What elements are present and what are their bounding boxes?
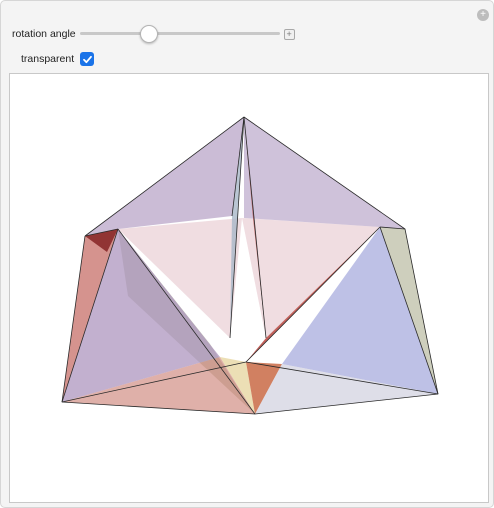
rotation-angle-label: rotation angle (12, 28, 76, 40)
slider-thumb[interactable] (139, 25, 158, 43)
gear-icon[interactable]: + (477, 9, 489, 21)
transparent-label: transparent (21, 53, 75, 65)
graphics-3d-view[interactable] (9, 73, 489, 503)
transparent-control: transparent (21, 51, 95, 67)
checkmark-icon (82, 55, 92, 63)
manipulate-panel: + rotation angle + transparent (0, 0, 494, 508)
transparent-checkbox[interactable] (80, 52, 95, 66)
rotation-angle-control: rotation angle + (12, 25, 295, 43)
rotation-angle-slider[interactable] (79, 25, 280, 43)
polyhedron-graphic (61, 116, 439, 415)
slider-track (79, 32, 280, 35)
plus-icon[interactable]: + (283, 28, 295, 40)
